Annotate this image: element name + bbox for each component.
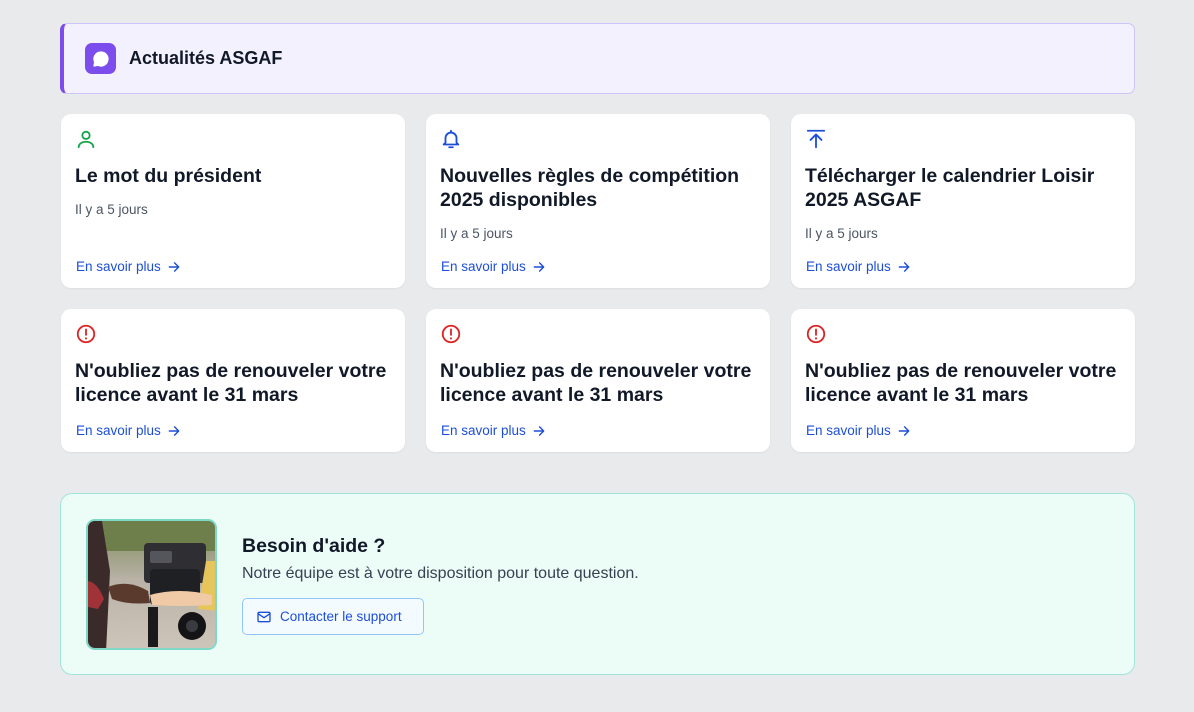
arrow-right-icon — [533, 425, 545, 436]
news-header: Actualités ASGAF — [60, 23, 1135, 94]
read-more-label: En savoir plus — [806, 423, 891, 438]
news-card[interactable]: Nouvelles règles de compétition 2025 dis… — [426, 114, 770, 288]
chat-bubble-icon — [85, 43, 116, 74]
news-card-title: N'oubliez pas de renouveler votre licenc… — [75, 360, 387, 406]
arrow-right-icon — [533, 261, 545, 272]
news-card[interactable]: N'oubliez pas de renouveler votre licenc… — [426, 309, 770, 452]
help-panel: Besoin d'aide ? Notre équipe est à votre… — [60, 493, 1135, 675]
news-card-date: Il y a 5 jours — [75, 202, 148, 217]
help-text: Notre équipe est à votre disposition pou… — [242, 565, 639, 582]
news-card[interactable]: N'oubliez pas de renouveler votre licenc… — [61, 309, 405, 452]
bell-icon — [440, 128, 462, 150]
news-card[interactable]: Télécharger le calendrier Loisir 2025 AS… — [791, 114, 1135, 288]
contact-support-button[interactable]: Contacter le support — [242, 598, 424, 635]
mail-icon — [257, 611, 271, 622]
read-more-link[interactable]: En savoir plus — [441, 259, 546, 274]
read-more-label: En savoir plus — [441, 259, 526, 274]
read-more-link[interactable]: En savoir plus — [76, 259, 181, 274]
news-card-title: Le mot du président — [75, 165, 262, 187]
read-more-label: En savoir plus — [76, 423, 161, 438]
read-more-link[interactable]: En savoir plus — [806, 423, 911, 438]
read-more-link[interactable]: En savoir plus — [806, 259, 911, 274]
arrow-right-icon — [168, 425, 180, 436]
alert-circle-icon — [805, 323, 827, 345]
news-title: Actualités ASGAF — [129, 48, 283, 68]
read-more-label: En savoir plus — [806, 259, 891, 274]
support-photo — [86, 519, 217, 650]
read-more-link[interactable]: En savoir plus — [76, 423, 181, 438]
news-card-date: Il y a 5 jours — [805, 226, 878, 241]
arrow-right-icon — [898, 425, 910, 436]
news-card-date: Il y a 5 jours — [440, 226, 513, 241]
help-title: Besoin d'aide ? — [242, 535, 386, 557]
news-card-title: N'oubliez pas de renouveler votre licenc… — [805, 360, 1117, 406]
news-card[interactable]: N'oubliez pas de renouveler votre licenc… — [791, 309, 1135, 452]
read-more-label: En savoir plus — [76, 259, 161, 274]
read-more-label: En savoir plus — [441, 423, 526, 438]
news-card-title: Télécharger le calendrier Loisir 2025 AS… — [805, 165, 1095, 211]
contact-support-label: Contacter le support — [280, 609, 402, 624]
news-card[interactable]: Le mot du président Il y a 5 jours En sa… — [61, 114, 405, 288]
arrow-right-icon — [898, 261, 910, 272]
news-card-title: Nouvelles règles de compétition 2025 dis… — [440, 165, 740, 211]
upload-icon — [805, 128, 827, 150]
alert-circle-icon — [75, 323, 97, 345]
news-card-title: N'oubliez pas de renouveler votre licenc… — [440, 360, 752, 406]
arrow-right-icon — [168, 261, 180, 272]
user-icon — [75, 128, 97, 150]
alert-circle-icon — [440, 323, 462, 345]
read-more-link[interactable]: En savoir plus — [441, 423, 546, 438]
